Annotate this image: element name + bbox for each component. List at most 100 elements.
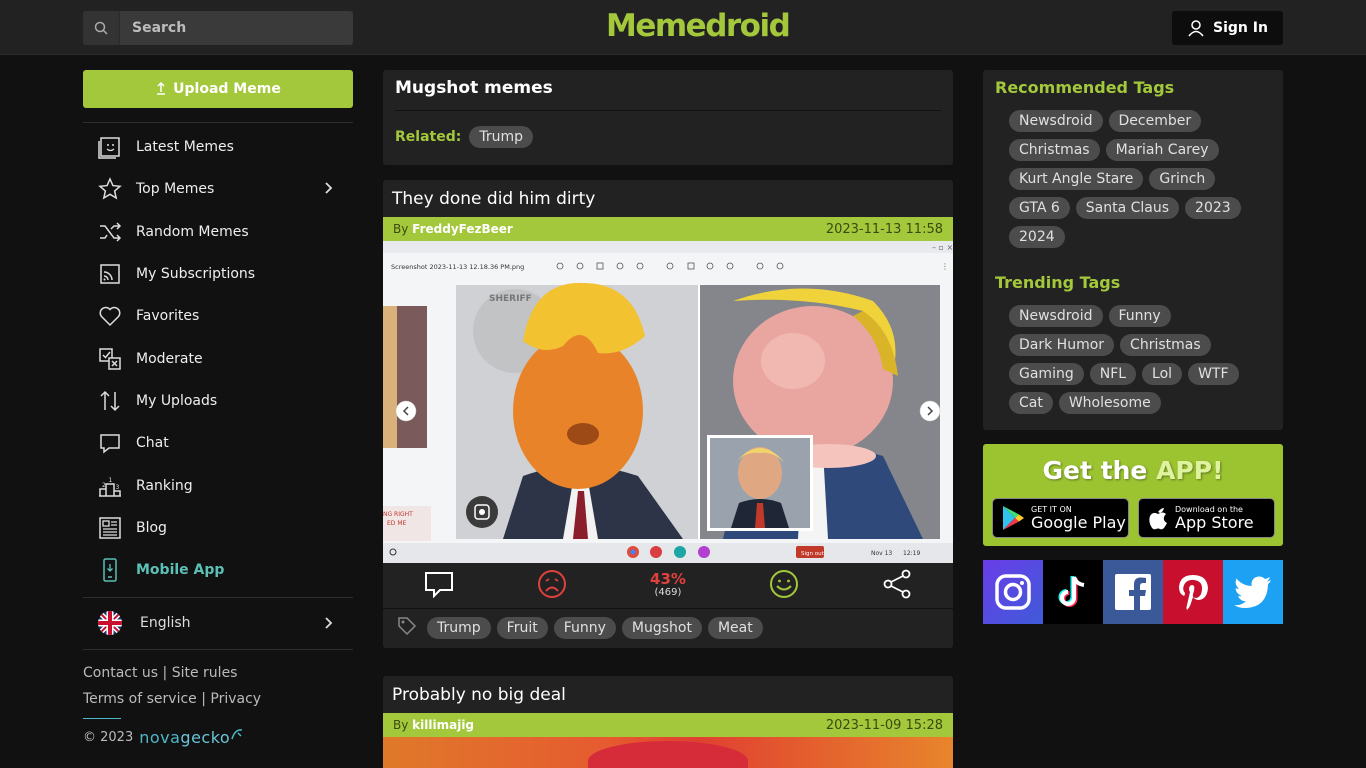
- trending-tag[interactable]: Newsdroid: [1009, 305, 1103, 327]
- upvote-icon[interactable]: [769, 569, 799, 603]
- instagram-link[interactable]: [983, 560, 1043, 624]
- get-app-banner: Get the APP! GET IT ON Google Play Downlo…: [983, 444, 1283, 546]
- recommended-tag[interactable]: Grinch: [1149, 168, 1216, 190]
- related-tag[interactable]: Trump: [469, 126, 533, 148]
- search-input[interactable]: [120, 20, 340, 36]
- site-rules-link[interactable]: Site rules: [172, 665, 238, 681]
- trending-tag[interactable]: Lol: [1142, 363, 1183, 385]
- sidebar-item-label: Blog: [136, 519, 167, 536]
- trending-tag[interactable]: Christmas: [1120, 334, 1211, 356]
- sidebar-item-label: Latest Memes: [136, 139, 234, 156]
- language-selector[interactable]: English: [83, 600, 353, 646]
- twitter-link[interactable]: [1223, 560, 1283, 624]
- sidebar-item-label: My Subscriptions: [136, 266, 256, 283]
- tiktok-link[interactable]: [1043, 560, 1103, 624]
- moderate-icon: [97, 346, 123, 372]
- twitter-icon: [1234, 576, 1271, 608]
- recommended-tag[interactable]: 2023: [1185, 197, 1241, 219]
- sidebar-item-random-memes[interactable]: Random Memes: [83, 211, 353, 253]
- recommended-tag[interactable]: Mariah Carey: [1105, 139, 1219, 161]
- taskbar-time: 12:19: [903, 550, 920, 557]
- sidebar-item-my-subscriptions[interactable]: My Subscriptions: [83, 253, 353, 295]
- divider: [83, 597, 353, 598]
- category-header: Mugshot memes Related: Trump: [383, 70, 953, 165]
- downvote-icon[interactable]: [537, 569, 567, 603]
- meme-image[interactable]: [383, 737, 953, 768]
- vote-percentage: 43%: [650, 569, 686, 588]
- share-icon[interactable]: [882, 569, 912, 603]
- recommended-tag[interactable]: 2024: [1009, 226, 1065, 248]
- recommended-tag[interactable]: Christmas: [1009, 139, 1100, 161]
- uploads-icon: [97, 388, 123, 414]
- recommended-tag[interactable]: December: [1108, 110, 1202, 132]
- star-icon: [97, 176, 123, 202]
- sidebar-item-moderate[interactable]: Moderate: [83, 337, 353, 379]
- recommended-tag[interactable]: Santa Claus: [1075, 197, 1180, 219]
- post-actions: 43% (469): [383, 563, 953, 609]
- subscriptions-icon: [97, 261, 123, 287]
- sidebar-item-label: Ranking: [136, 477, 193, 494]
- sidebar-item-blog[interactable]: Blog: [83, 507, 353, 549]
- sign-in-label: Sign In: [1213, 20, 1268, 36]
- sidebar-item-my-uploads[interactable]: My Uploads: [83, 380, 353, 422]
- sidebar-item-favorites[interactable]: Favorites: [83, 295, 353, 337]
- meme-image[interactable]: – ▫ × Screenshot 2023-11-13 12.18.36 PM.…: [383, 241, 953, 563]
- post-author[interactable]: FreddyFezBeer: [412, 222, 513, 236]
- sign-in-button[interactable]: Sign In: [1172, 11, 1283, 45]
- recommended-tag[interactable]: GTA 6: [1009, 197, 1070, 219]
- facebook-link[interactable]: [1103, 560, 1163, 624]
- sidebar-item-latest-memes[interactable]: Latest Memes: [83, 126, 353, 168]
- svg-text:– ▫ ×: – ▫ ×: [932, 243, 953, 252]
- search-box[interactable]: [83, 11, 353, 45]
- svg-text:3: 3: [116, 484, 120, 491]
- trending-tag[interactable]: Dark Humor: [1009, 334, 1115, 356]
- recommended-tag[interactable]: Newsdroid: [1009, 110, 1103, 132]
- trending-tag[interactable]: WTF: [1188, 363, 1239, 385]
- post-tag[interactable]: Fruit: [496, 617, 548, 639]
- upload-meme-button[interactable]: Upload Meme: [83, 70, 353, 108]
- privacy-link[interactable]: Privacy: [210, 691, 261, 707]
- trending-tag[interactable]: Cat: [1009, 392, 1053, 414]
- related-label: Related:: [395, 129, 462, 145]
- trending-tag[interactable]: Wholesome: [1058, 392, 1161, 414]
- upload-label: Upload Meme: [173, 81, 281, 97]
- top-bar: Memedroid Sign In: [0, 0, 1366, 55]
- chevron-right-icon: [323, 616, 333, 634]
- post-date: 2023-11-09 15:28: [825, 717, 943, 733]
- post-tag[interactable]: Trump: [427, 617, 491, 639]
- tags-panel: Recommended Tags Newsdroid December Chri…: [983, 70, 1283, 430]
- novagecko-logo[interactable]: novagecko: [139, 728, 230, 747]
- contact-link[interactable]: Contact us: [83, 665, 158, 681]
- sidebar-item-chat[interactable]: Chat: [83, 422, 353, 464]
- trending-tag[interactable]: NFL: [1089, 363, 1137, 385]
- trending-tag[interactable]: Funny: [1108, 305, 1171, 327]
- search-icon[interactable]: [83, 11, 120, 45]
- post-tags: Trump Fruit Funny Mugshot Meat: [383, 609, 953, 647]
- vote-count: (469): [654, 586, 682, 598]
- app-store-button[interactable]: Download on the App Store: [1138, 498, 1275, 538]
- post-byline: By FreddyFezBeer 2023-11-13 11:58: [383, 217, 953, 241]
- post-tag[interactable]: Mugshot: [621, 617, 702, 639]
- post-title[interactable]: They done did him dirty: [383, 180, 953, 217]
- post-tag[interactable]: Funny: [553, 617, 616, 639]
- post-byline: By killimajig 2023-11-09 15:28: [383, 713, 953, 737]
- post-tag[interactable]: Meat: [707, 617, 763, 639]
- sidebar-item-top-memes[interactable]: Top Memes: [83, 168, 353, 210]
- recommended-tag[interactable]: Kurt Angle Stare: [1009, 168, 1144, 190]
- tag-icon: [397, 616, 417, 640]
- google-play-button[interactable]: GET IT ON Google Play: [992, 498, 1129, 538]
- sidebar-item-mobile-app[interactable]: Mobile App: [83, 549, 353, 591]
- google-play-icon: [1003, 506, 1024, 530]
- sidebar-item-label: Top Memes: [136, 181, 215, 198]
- site-logo[interactable]: Memedroid: [606, 8, 791, 44]
- comment-icon[interactable]: [424, 570, 454, 602]
- terms-link[interactable]: Terms of service: [83, 691, 197, 707]
- post-author[interactable]: killimajig: [412, 718, 474, 732]
- post-title[interactable]: Probably no big deal: [383, 676, 953, 713]
- sidebar-item-ranking[interactable]: 12 3 Ranking: [83, 464, 353, 506]
- divider: [395, 110, 941, 111]
- trending-tags-title: Trending Tags: [995, 273, 1121, 292]
- trending-tag[interactable]: Gaming: [1009, 363, 1084, 385]
- get-app-title: Get the APP!: [983, 456, 1283, 485]
- pinterest-link[interactable]: [1163, 560, 1223, 624]
